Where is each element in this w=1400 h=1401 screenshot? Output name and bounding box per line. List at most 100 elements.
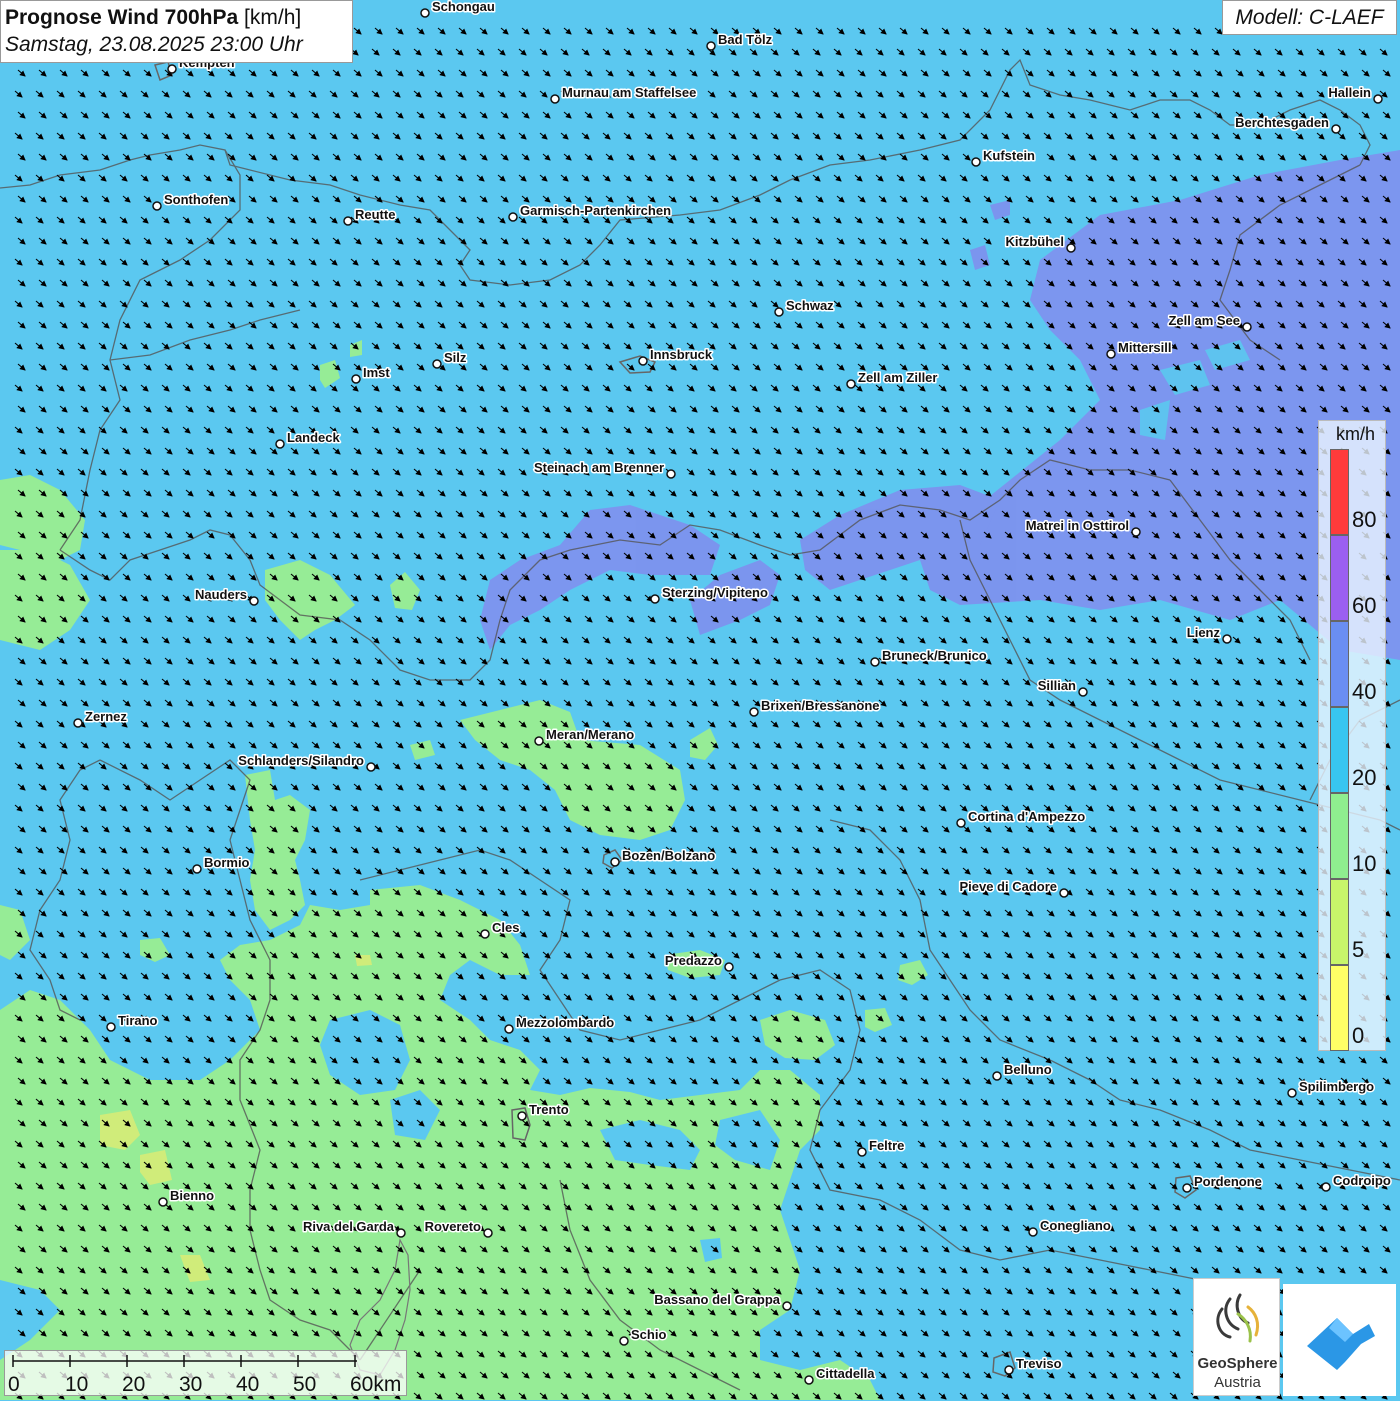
city-label: Rovereto [425,1219,481,1234]
legend-unit: km/h [1336,424,1376,444]
city-label: Cittadella [816,1366,875,1381]
map-title-main: Prognose Wind 700hPa [5,6,239,29]
city-marker [1066,243,1076,253]
legend-band-5 [1330,879,1349,965]
city-label: Pieve di Cadore [959,879,1057,894]
city-marker [550,94,560,104]
city-marker [249,596,259,606]
app-logo-icon [1307,1318,1375,1370]
color-legend: km/h 0 5 10 20 40 60 80 [1318,420,1386,1051]
city-label: Innsbruck [650,347,713,362]
city-marker [1131,527,1141,537]
city-marker [343,216,353,226]
city-marker [517,1111,527,1121]
city-marker [1222,634,1232,644]
scale-label: 50 [293,1373,317,1396]
city-label: Matrei in Osttirol [1026,518,1129,533]
city-label: Bienno [170,1188,214,1203]
city-label: Sonthofen [164,192,228,207]
city-label: Schwaz [786,298,834,313]
city-marker [666,469,676,479]
city-marker [73,718,83,728]
city-marker [152,201,162,211]
city-marker [804,1375,814,1385]
city-marker [1182,1183,1192,1193]
city-marker [366,762,376,772]
city-label: Silz [444,350,467,365]
wind-map[interactable]: SchongauBad TölzKemptenMurnau am Staffel… [0,0,1400,1400]
city-label: Garmisch-Partenkirchen [520,203,671,218]
city-marker [432,359,442,369]
map-title: Prognose Wind 700hPa [km/h] [5,4,352,31]
scale-label: 0 [8,1373,20,1396]
city-label: Mezzolombardo [516,1015,614,1030]
legend-band-80 [1330,449,1349,535]
model-label: Modell: C-LAEF [1222,0,1397,35]
city-marker [1242,322,1252,332]
city-label: Meran/Merano [546,727,634,742]
city-label: Trento [529,1102,569,1117]
city-label: Hallein [1328,85,1371,100]
city-marker [1321,1182,1331,1192]
city-label: Mittersill [1118,340,1171,355]
city-label: Bassano del Grappa [654,1292,780,1307]
city-label: Treviso [1016,1356,1062,1371]
city-marker [992,1071,1002,1081]
city-marker [167,64,177,74]
geosphere-logo[interactable]: GeoSphere Austria [1193,1278,1280,1396]
geosphere-country: Austria [1214,1374,1261,1391]
city-label: Conegliano [1040,1218,1111,1233]
city-label: Lienz [1187,625,1221,640]
city-label: Landeck [287,430,341,445]
city-label: Kitzbühel [1006,234,1065,249]
city-marker [1331,124,1341,134]
app-logo[interactable] [1283,1284,1396,1396]
city-label: Bad Tölz [718,32,773,47]
city-marker [534,736,544,746]
city-label: Pordenone [1194,1174,1262,1189]
legend-band-20 [1330,707,1349,793]
city-label: Murnau am Staffelsee [562,85,696,100]
city-label: Reutte [355,207,395,222]
legend-band-40 [1330,621,1349,707]
city-marker [1059,888,1069,898]
city-marker [857,1147,867,1157]
city-marker [870,657,880,667]
legend-band-10 [1330,793,1349,879]
scale-label: 40 [236,1373,260,1396]
city-marker [749,707,759,717]
city-marker [706,41,716,51]
city-label: Predazzo [665,953,722,968]
city-label: Schio [631,1327,666,1342]
city-marker [508,212,518,222]
city-marker [504,1024,514,1034]
city-label: Zernez [85,709,127,724]
city-label: Schlanders/Silandro [238,753,364,768]
city-marker [351,374,361,384]
city-label: Zell am Ziller [858,370,937,385]
city-marker [956,818,966,828]
city-marker [1028,1227,1038,1237]
legend-band-60 [1330,535,1349,621]
geosphere-logo-icon [1216,1293,1260,1343]
city-label: Nauders [195,587,247,602]
city-marker [106,1022,116,1032]
city-label: Brixen/Bressanone [761,698,880,713]
city-marker [638,356,648,366]
city-marker [650,594,660,604]
legend-label: 0 [1352,1023,1365,1048]
map-title-unit: [km/h] [244,6,302,29]
city-marker [1373,94,1383,104]
city-label: Sillian [1038,678,1076,693]
legend-band-0 [1330,965,1349,1051]
city-label: Schongau [432,0,495,14]
city-label: Kufstein [983,148,1035,163]
city-marker [724,962,734,972]
legend-label: 80 [1352,507,1377,532]
legend-label: 40 [1352,679,1377,704]
city-label: Berchtesgaden [1235,115,1329,130]
city-label: Spilimbergo [1299,1079,1374,1094]
scale-label: 30 [179,1373,203,1396]
legend-label: 60 [1352,593,1377,618]
city-label: Belluno [1004,1062,1052,1077]
